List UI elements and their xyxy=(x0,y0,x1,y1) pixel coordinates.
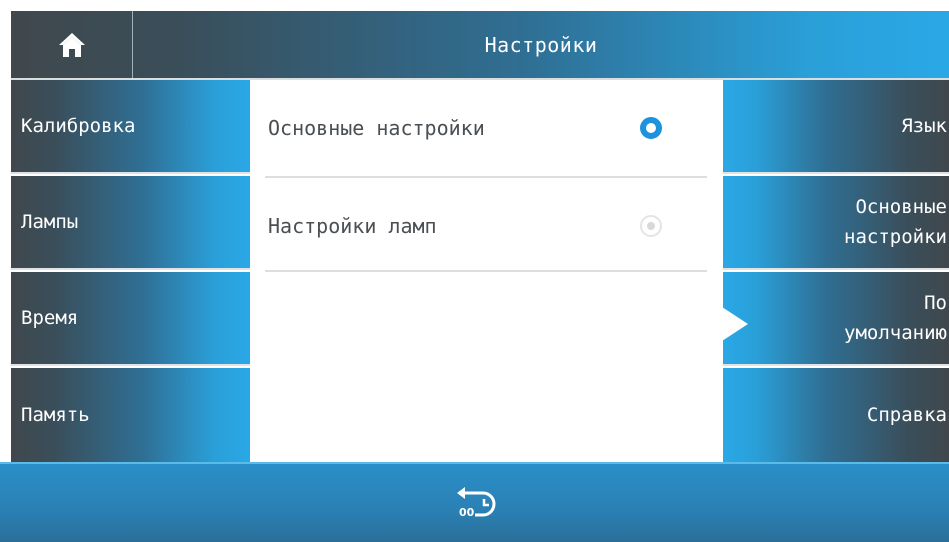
settings-panel: Основные настройки Настройки ламп xyxy=(250,80,723,462)
home-icon xyxy=(58,32,85,57)
nav-language[interactable]: Язык xyxy=(723,80,949,174)
divider xyxy=(265,270,707,272)
nav-defaults-line1: По xyxy=(924,292,947,314)
nav-help-label: Справка xyxy=(866,404,947,426)
header-bar: Настройки xyxy=(11,11,949,80)
left-sidebar: Калибровка Лампы Время Память xyxy=(11,80,250,462)
option-basic-settings[interactable]: Основные настройки xyxy=(265,80,707,176)
back-button[interactable]: 00 xyxy=(445,478,505,528)
back-timer-icon: 00 xyxy=(456,487,495,519)
option-lamp-settings[interactable]: Настройки ламп xyxy=(265,178,707,274)
nav-help[interactable]: Справка xyxy=(723,368,949,462)
option-lamp-settings-label: Настройки ламп xyxy=(268,214,437,238)
nav-defaults[interactable]: По умолчанию xyxy=(723,272,949,366)
nav-time[interactable]: Время xyxy=(11,272,250,366)
right-sidebar: Язык Основные настройки По умолчанию Спр… xyxy=(722,80,949,462)
radio-unselected-icon[interactable] xyxy=(640,215,662,237)
back-timer-text: 00 xyxy=(459,506,475,519)
nav-language-label: Язык xyxy=(901,115,947,137)
home-button[interactable] xyxy=(11,11,133,78)
nav-calibration-label: Калибровка xyxy=(21,115,136,137)
nav-calibration[interactable]: Калибровка xyxy=(11,80,250,174)
nav-memory-label: Память xyxy=(21,404,90,426)
nav-lamps[interactable]: Лампы xyxy=(11,176,250,270)
nav-lamps-label: Лампы xyxy=(21,211,79,233)
radio-selected-icon[interactable] xyxy=(640,117,662,139)
nav-basic-settings-line1: Основные xyxy=(855,196,947,218)
nav-memory[interactable]: Память xyxy=(11,368,250,462)
option-basic-settings-label: Основные настройки xyxy=(268,116,485,140)
footer-bar: 00 xyxy=(0,462,949,542)
nav-basic-settings-line2: настройки xyxy=(844,226,947,248)
nav-basic-settings[interactable]: Основные настройки xyxy=(723,176,949,270)
nav-time-label: Время xyxy=(21,307,79,329)
nav-defaults-line2: умолчанию xyxy=(844,322,947,344)
page-title: Настройки xyxy=(484,32,598,57)
active-pointer-icon xyxy=(722,307,748,341)
